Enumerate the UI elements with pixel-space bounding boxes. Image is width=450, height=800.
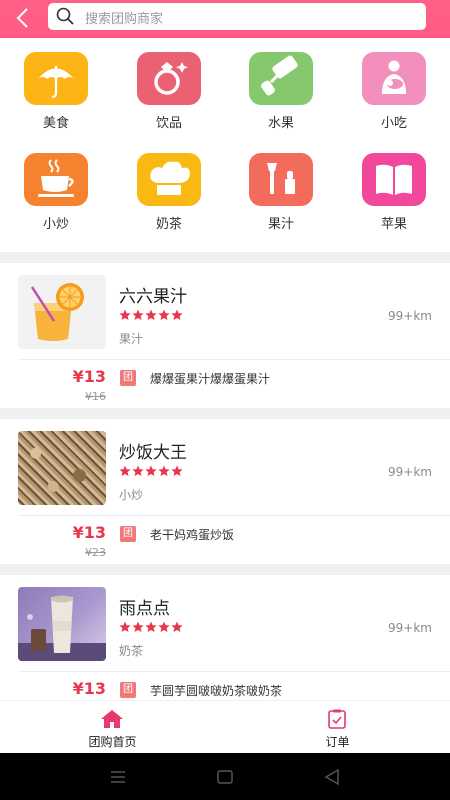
- tab-home[interactable]: 团购首页: [0, 701, 225, 754]
- deal-title[interactable]: 爆爆蛋果汁爆爆蛋果汁: [150, 370, 270, 387]
- category-pingguo[interactable]: 苹果: [354, 153, 434, 243]
- tab-label: 订单: [325, 735, 350, 749]
- category-tile: [362, 153, 426, 206]
- tab-orders[interactable]: 订单: [225, 701, 450, 754]
- card-divider: [18, 671, 450, 672]
- original-price: ¥23: [85, 546, 106, 559]
- section-divider: [0, 252, 450, 263]
- juice-glass-image: [30, 283, 84, 341]
- store-card[interactable]: 炒饭大王 99+km 小炒 ¥13 ¥23 团 老干妈鸡蛋炒饭: [0, 419, 450, 564]
- group-deal-badge: 团: [120, 370, 136, 386]
- category-label: 果汁: [267, 217, 294, 232]
- deal-price: ¥13: [72, 679, 106, 698]
- category-xiaochao[interactable]: 小炒: [16, 153, 96, 243]
- original-price: ¥16: [85, 390, 106, 403]
- store-category: 小炒: [119, 488, 144, 502]
- store-name: 六六果汁: [119, 287, 187, 307]
- category-label: 美食: [42, 116, 69, 131]
- tab-label: 团购首页: [88, 735, 137, 749]
- deal-title[interactable]: 芋圆芋圆啵啵奶茶啵奶茶: [150, 682, 282, 699]
- mother-baby-icon: [382, 60, 406, 94]
- back-triangle-icon[interactable]: [322, 767, 342, 787]
- section-divider: [0, 564, 450, 575]
- category-meishi[interactable]: 美食: [16, 52, 96, 142]
- store-name: 炒饭大王: [119, 443, 187, 463]
- store-distance: 99+km: [388, 309, 432, 323]
- store-thumbnail: [18, 587, 106, 661]
- top-bar: 搜索团购商家: [0, 0, 450, 38]
- ring-icon: [154, 62, 188, 95]
- umbrella-icon: [38, 66, 74, 99]
- star-rating: [119, 309, 183, 320]
- category-tile: [137, 153, 201, 206]
- card-divider: [18, 515, 450, 516]
- home-square-icon[interactable]: [215, 767, 235, 787]
- milk-tea-cup-image: [18, 595, 106, 661]
- category-label: 奶茶: [155, 217, 182, 232]
- search-placeholder: 搜索团购商家: [85, 12, 164, 27]
- category-tile: [24, 52, 88, 105]
- store-category: 奶茶: [119, 644, 144, 658]
- search-input[interactable]: 搜索团购商家: [48, 3, 426, 30]
- chef-hat-icon: [150, 161, 190, 195]
- category-tile: [249, 153, 313, 206]
- category-xiaochi[interactable]: 小吃: [354, 52, 434, 142]
- bottom-tab-bar: 团购首页 订单: [0, 700, 450, 753]
- star-rating: [119, 465, 183, 476]
- star-rating: [119, 621, 183, 632]
- store-card[interactable]: 雨点点 99+km 奶茶 ¥13 团 芋圆芋圆啵啵奶茶啵奶茶: [0, 575, 450, 720]
- deal-price: ¥13: [72, 523, 106, 542]
- category-label: 水果: [267, 116, 294, 131]
- category-label: 苹果: [380, 217, 407, 232]
- category-tile: [24, 153, 88, 206]
- category-guozhi[interactable]: 果汁: [241, 153, 321, 243]
- store-distance: 99+km: [388, 465, 432, 479]
- back-arrow-icon[interactable]: [14, 7, 34, 29]
- deal-title[interactable]: 老干妈鸡蛋炒饭: [150, 526, 234, 543]
- group-deal-badge: 团: [120, 682, 136, 698]
- category-label: 饮品: [155, 116, 182, 131]
- paint-roller-icon: [261, 55, 298, 96]
- system-nav-bar: [0, 753, 450, 800]
- store-thumbnail: [18, 275, 106, 349]
- coffee-cup-icon: [38, 159, 74, 197]
- store-name: 雨点点: [119, 599, 170, 619]
- search-icon: [56, 7, 74, 25]
- store-thumbnail: [18, 431, 106, 505]
- category-naicha[interactable]: 奶茶: [129, 153, 209, 243]
- category-tile: [362, 52, 426, 105]
- group-deal-badge: 团: [120, 526, 136, 542]
- home-icon: [101, 710, 123, 728]
- menu-icon[interactable]: [108, 767, 128, 787]
- card-divider: [18, 359, 450, 360]
- section-divider: [0, 408, 450, 419]
- category-shuiguo[interactable]: 水果: [241, 52, 321, 142]
- store-distance: 99+km: [388, 621, 432, 635]
- store-card[interactable]: 六六果汁 99+km 果汁 ¥13 ¥16 团 爆爆蛋果汁爆爆蛋果汁: [0, 263, 450, 408]
- makeup-icon: [267, 163, 295, 194]
- order-checklist-icon: [328, 709, 346, 729]
- category-label: 小炒: [42, 217, 69, 232]
- category-yinpin[interactable]: 饮品: [129, 52, 209, 142]
- deal-price: ¥13: [72, 367, 106, 386]
- store-category: 果汁: [119, 332, 144, 346]
- category-label: 小吃: [380, 116, 407, 131]
- category-tile: [249, 52, 313, 105]
- book-icon: [376, 164, 412, 195]
- category-tile: [137, 52, 201, 105]
